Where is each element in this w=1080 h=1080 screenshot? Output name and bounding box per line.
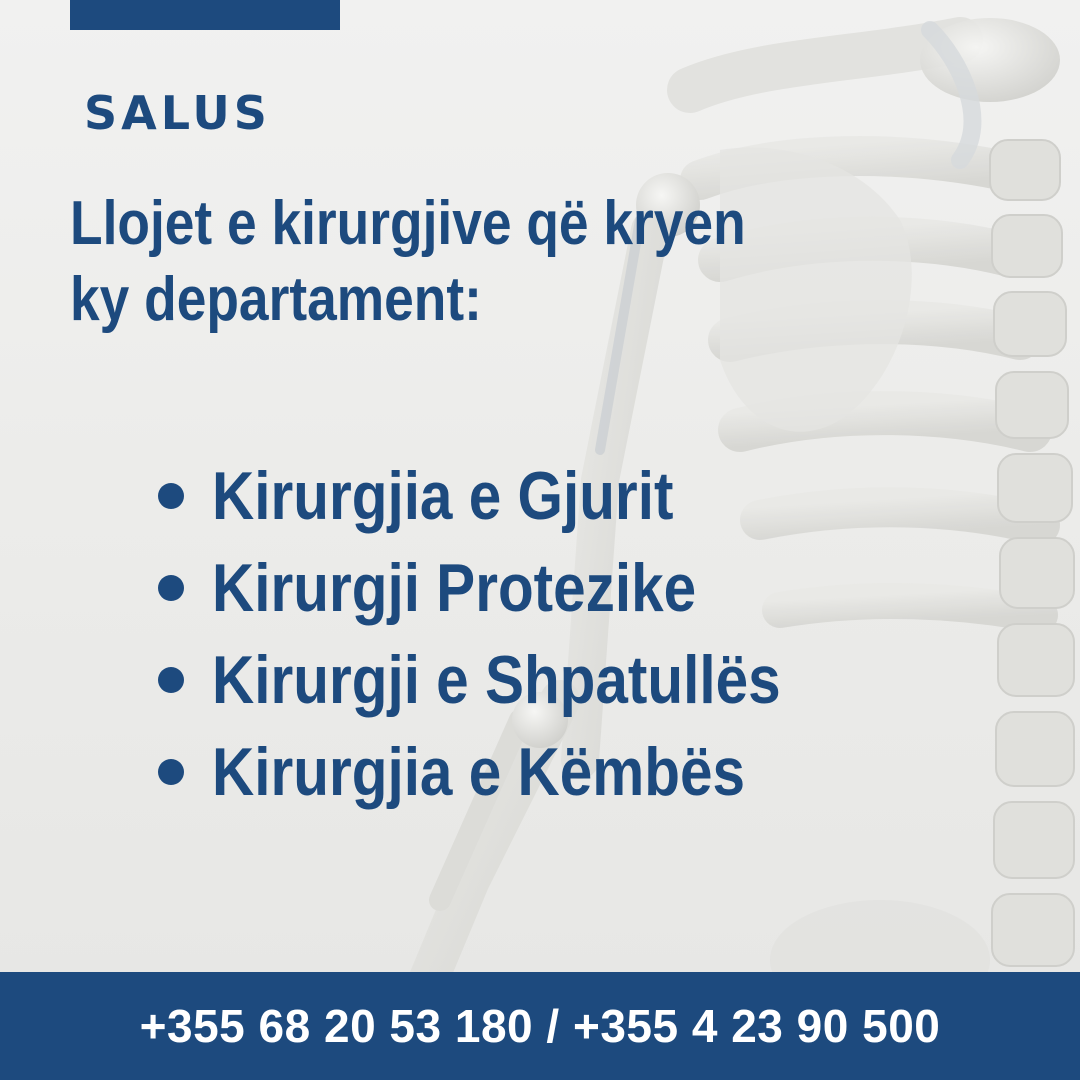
list-item: Kirurgji Protezike (158, 542, 873, 634)
list-item-label: Kirurgji Protezike (212, 550, 697, 626)
list-item: Kirurgjia e Këmbës (158, 726, 873, 818)
list-item-label: Kirurgji e Shpatullës (212, 642, 781, 718)
title-line-1: Llojet e kirurgjive që kryen (70, 189, 746, 258)
phone-numbers: +355 68 20 53 180 / +355 4 23 90 500 (139, 1000, 941, 1052)
brand-logo: SALUS (84, 86, 271, 140)
list-item-label: Kirurgjia e Këmbës (212, 734, 746, 810)
bullet-icon (158, 575, 184, 601)
list-item: Kirurgji e Shpatullës (158, 634, 873, 726)
top-accent-bar (70, 0, 340, 30)
footer-bar: +355 68 20 53 180 / +355 4 23 90 500 (0, 972, 1080, 1080)
page-title: Llojet e kirurgjive që kryen ky departam… (70, 186, 896, 338)
title-line-2: ky departament: (70, 265, 482, 334)
bullet-icon (158, 483, 184, 509)
list-item: Kirurgjia e Gjurit (158, 450, 873, 542)
surgery-list: Kirurgjia e Gjurit Kirurgji Protezike Ki… (158, 450, 873, 818)
bullet-icon (158, 759, 184, 785)
bullet-icon (158, 667, 184, 693)
list-item-label: Kirurgjia e Gjurit (212, 458, 674, 534)
